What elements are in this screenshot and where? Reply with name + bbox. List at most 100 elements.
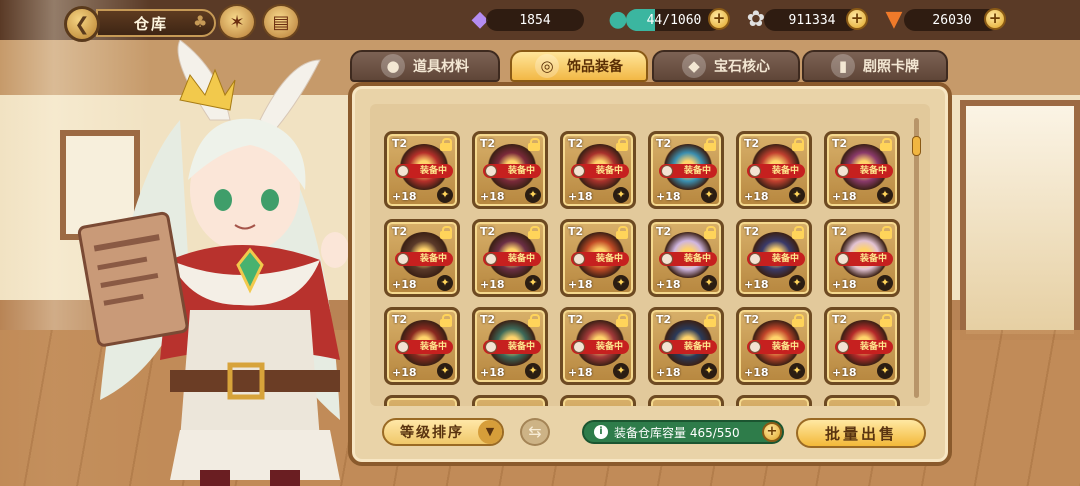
tier-label: T2	[392, 137, 408, 150]
item-card[interactable]: T2 装备中 +18 ✦	[824, 131, 900, 209]
star-icon: ✦	[613, 363, 629, 379]
level-label: +18	[568, 278, 593, 291]
item-grid[interactable]: +18✦+18✦+18✦+18✦+18✦+18✦T2装备中+18✦T2装备中+1…	[370, 104, 930, 406]
star-icon: ✦	[525, 363, 541, 379]
lock-icon	[880, 226, 892, 239]
tier-label: T2	[832, 313, 848, 326]
item-card[interactable]: T2 装备中 +18 ✦	[648, 307, 724, 385]
lock-icon	[528, 138, 540, 151]
level-label: +18	[656, 366, 681, 379]
item-card[interactable]: T2 装备中 +18 ✦	[648, 131, 724, 209]
item-card[interactable]: T2 装备中 +18 ✦	[824, 307, 900, 385]
chevron-down-icon[interactable]: ▼	[478, 420, 502, 444]
item-card-partial[interactable]: +18✦	[472, 395, 548, 406]
item-card[interactable]: T2 装备中 +18 ✦	[648, 219, 724, 297]
item-card-partial[interactable]: +18✦	[824, 395, 900, 406]
tier-label: T2	[656, 225, 672, 238]
level-label: +18	[392, 278, 417, 291]
item-card-partial[interactable]: +18✦	[384, 395, 460, 406]
grid-scroll-thumb[interactable]	[912, 136, 921, 156]
swap-order-button[interactable]: ⇆	[520, 418, 550, 446]
character-illustration	[77, 40, 349, 486]
item-card[interactable]: T2 装备中 +18 ✦	[472, 131, 548, 209]
item-card[interactable]: T2 装备中 +18 ✦	[560, 219, 636, 297]
star-icon: ✦	[437, 275, 453, 291]
tab-photo-cards[interactable]: ▮ 剧照卡牌	[802, 50, 948, 82]
level-label: +18	[480, 366, 505, 379]
star-icon: ✦	[525, 275, 541, 291]
item-card[interactable]: T2 装备中 +18 ✦	[384, 307, 460, 385]
lock-icon	[528, 314, 540, 327]
tier-label: T2	[832, 137, 848, 150]
star-icon: ✦	[701, 363, 717, 379]
level-label: +18	[392, 190, 417, 203]
item-card[interactable]: T2 装备中 +18 ✦	[824, 219, 900, 297]
tier-label: T2	[832, 225, 848, 238]
tier-label: T2	[568, 225, 584, 238]
character-face-icon	[749, 341, 761, 353]
tier-label: T2	[568, 137, 584, 150]
background-door	[960, 100, 1080, 340]
level-label: +18	[480, 278, 505, 291]
coin-plus-button[interactable]: +	[846, 8, 868, 30]
lock-icon	[792, 138, 804, 151]
star-icon: ✦	[877, 363, 893, 379]
item-card[interactable]: T2 装备中 +18 ✦	[560, 307, 636, 385]
character-face-icon	[661, 341, 673, 353]
character-face-icon	[485, 341, 497, 353]
star-icon: ✦	[613, 187, 629, 203]
compass-icon[interactable]: ✶	[218, 4, 256, 40]
item-card-partial[interactable]: +18✦	[736, 395, 812, 406]
carrot-plus-button[interactable]: +	[984, 8, 1006, 30]
tier-label: T2	[656, 137, 672, 150]
bag-icon: ●	[381, 54, 405, 78]
item-card[interactable]: T2 装备中 +18 ✦	[560, 131, 636, 209]
tier-label: T2	[480, 137, 496, 150]
character-face-icon	[661, 253, 673, 265]
batch-sell-button[interactable]: 批量出售	[796, 418, 926, 448]
lock-icon	[704, 138, 716, 151]
tab-accessories-equipment[interactable]: ◎ 饰品装备	[510, 50, 648, 82]
item-card[interactable]: T2 装备中 +18 ✦	[384, 219, 460, 297]
stamina-plus-button[interactable]: +	[708, 8, 730, 30]
character-face-icon	[661, 165, 673, 177]
star-icon: ✦	[877, 275, 893, 291]
category-tabs: ● 道具材料 ◎ 饰品装备 ◆ 宝石核心 ▮ 剧照卡牌	[350, 50, 950, 82]
level-label: +18	[744, 366, 769, 379]
tab-gem-cores[interactable]: ◆ 宝石核心	[652, 50, 800, 82]
book-icon[interactable]: ▤	[262, 4, 300, 40]
star-icon: ✦	[525, 187, 541, 203]
tab-items-materials[interactable]: ● 道具材料	[350, 50, 500, 82]
lock-icon	[792, 314, 804, 327]
level-label: +18	[656, 190, 681, 203]
character-face-icon	[749, 165, 761, 177]
gem-core-icon: ◆	[682, 54, 706, 78]
item-card[interactable]: T2 装备中 +18 ✦	[736, 219, 812, 297]
character-face-icon	[837, 341, 849, 353]
capacity-indicator: i 装备仓库容量 465/550	[582, 420, 784, 444]
character-face-icon	[573, 165, 585, 177]
lock-icon	[440, 138, 452, 151]
item-card-partial[interactable]: +18✦	[648, 395, 724, 406]
lock-icon	[704, 226, 716, 239]
item-card[interactable]: T2 装备中 +18 ✦	[472, 219, 548, 297]
info-icon[interactable]: i	[594, 425, 608, 439]
item-card[interactable]: T2 装备中 +18 ✦	[472, 307, 548, 385]
character-face-icon	[485, 253, 497, 265]
back-arrow-icon: ❮	[74, 13, 90, 35]
star-icon: ✦	[789, 187, 805, 203]
lock-icon	[880, 138, 892, 151]
tier-label: T2	[744, 313, 760, 326]
back-button[interactable]: ❮	[64, 6, 100, 42]
clover-icon: ♣	[193, 12, 208, 31]
ring-icon: ◎	[535, 54, 559, 78]
item-card[interactable]: T2 装备中 +18 ✦	[736, 131, 812, 209]
grid-scrollbar[interactable]	[914, 118, 919, 398]
item-card-partial[interactable]: +18✦	[560, 395, 636, 406]
item-card[interactable]: T2 装备中 +18 ✦	[384, 131, 460, 209]
character-face-icon	[397, 253, 409, 265]
capacity-plus-button[interactable]: +	[762, 422, 782, 442]
star-icon: ✦	[437, 187, 453, 203]
item-card[interactable]: T2 装备中 +18 ✦	[736, 307, 812, 385]
character-face-icon	[749, 253, 761, 265]
